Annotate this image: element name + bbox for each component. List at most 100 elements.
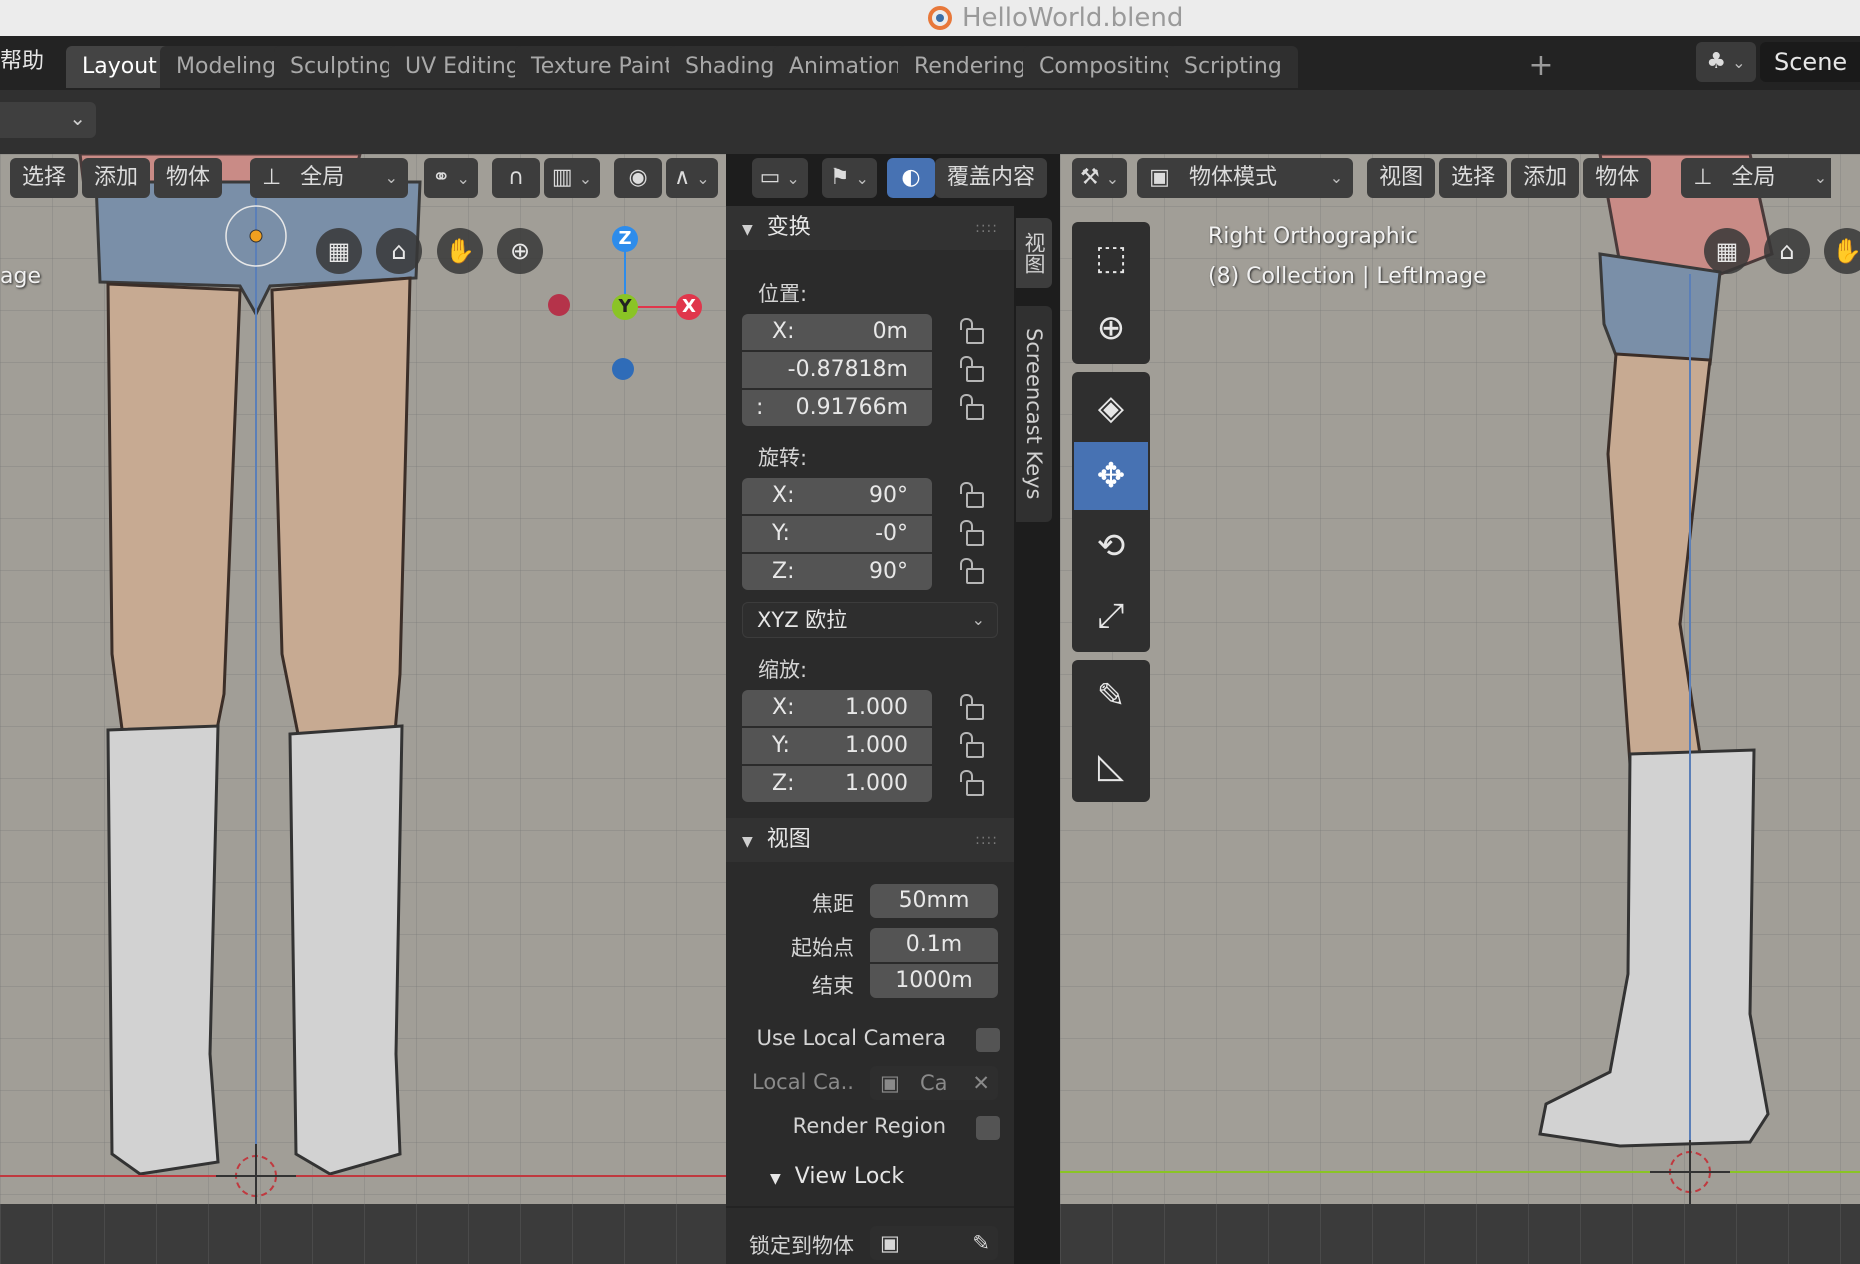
axis-label: Z: xyxy=(772,559,795,584)
character-side-view xyxy=(1060,154,1860,1264)
tab-rendering[interactable]: Rendering xyxy=(898,46,1043,88)
camera-view-icon[interactable]: ⌂ xyxy=(1764,228,1810,274)
location-y-field[interactable]: -0.87818m xyxy=(742,352,932,388)
snap-toggle[interactable]: ∩ xyxy=(491,158,540,198)
menu-view[interactable]: 视图 xyxy=(1367,158,1436,198)
transform-panel-header[interactable]: ▼ 变换 :::: xyxy=(726,206,1014,250)
interaction-mode-dropdown[interactable]: ▣ 物体模式 ⌄ xyxy=(1137,158,1354,198)
rotation-mode-dropdown[interactable]: XYZ 欧拉 ⌄ xyxy=(742,602,998,638)
lock-rotation-x-icon[interactable] xyxy=(958,482,984,508)
annotate-tool[interactable]: ✎ xyxy=(1074,662,1148,730)
menu-add[interactable]: 添加 xyxy=(82,158,151,198)
axis-label: : xyxy=(756,395,764,420)
gizmo-neg-x-axis[interactable] xyxy=(548,294,570,316)
location-x-field[interactable]: X: 0m xyxy=(742,314,932,350)
tab-uv-editing[interactable]: UV Editing xyxy=(389,46,536,88)
toolbar-group-transform: ◈ ✥ ⟲ ⤢ xyxy=(1072,372,1150,652)
transform-orientation-dropdown[interactable]: ⊥ 全局 ⌄ xyxy=(1681,158,1832,198)
transform-orientation-dropdown[interactable]: ⊥ 全局 ⌄ xyxy=(250,158,409,198)
transform-tool[interactable]: ◈ xyxy=(1074,374,1148,442)
scene-selector-button[interactable]: ♣ ⌄ xyxy=(1696,42,1756,82)
menu-add[interactable]: 添加 xyxy=(1511,158,1580,198)
gizmo-neg-z-axis[interactable] xyxy=(612,358,634,380)
focal-length-field[interactable]: 50mm xyxy=(870,884,998,918)
editor-dropdown[interactable]: ⌄ xyxy=(0,102,96,138)
snap-target-dropdown[interactable]: ▥ ⌄ xyxy=(543,158,601,198)
menu-select[interactable]: 选择 xyxy=(1439,158,1508,198)
tab-scripting[interactable]: Scripting xyxy=(1168,46,1298,88)
tab-texture-paint[interactable]: Texture Paint xyxy=(515,46,689,88)
overlays-dropdown[interactable]: 覆盖内容 xyxy=(934,158,1047,198)
proportional-falloff-dropdown[interactable]: ∧ ⌄ xyxy=(666,158,718,198)
interaction-mode-label: 物体模式 xyxy=(1188,165,1277,190)
gizmo-x-axis[interactable]: X xyxy=(676,294,702,320)
left-3d-viewport[interactable]: age ▦ ⌂ ✋ ⊕ Z Y X xyxy=(0,154,726,1264)
lock-scale-z-icon[interactable] xyxy=(958,770,984,796)
chevron-down-icon: ⌄ xyxy=(971,610,985,629)
right-viewport-header: ⚒ ⌄ ▣ 物体模式 ⌄ 视图 选择 添加 物体 ⊥ 全局 ⌄ xyxy=(1072,154,1835,202)
lock-to-object-field[interactable]: ▣ ✎ xyxy=(870,1226,998,1260)
scale-tool[interactable]: ⤢ xyxy=(1074,582,1148,650)
lock-rotation-y-icon[interactable] xyxy=(958,520,984,546)
scene-name-field[interactable]: Scene xyxy=(1760,42,1860,82)
menu-help[interactable]: 帮助 xyxy=(0,42,44,82)
move-tool[interactable]: ✥ xyxy=(1074,442,1148,510)
rotate-tool[interactable]: ⟲ xyxy=(1074,512,1148,580)
lock-scale-x-icon[interactable] xyxy=(958,694,984,720)
location-z-field[interactable]: : 0.91766m xyxy=(742,390,932,426)
gizmo-z-axis[interactable]: Z xyxy=(612,226,638,252)
editor-type-dropdown[interactable]: ⚒ ⌄ xyxy=(1072,158,1128,198)
gizmo-dropdown[interactable]: ⚑ ⌄ xyxy=(821,158,877,198)
measure-tool[interactable]: ◺ xyxy=(1074,732,1148,800)
menu-object[interactable]: 物体 xyxy=(1583,158,1652,198)
toggle-grid-icon[interactable]: ▦ xyxy=(1704,228,1750,274)
rotation-y-field[interactable]: Y: -0° xyxy=(742,516,932,552)
lock-location-x-icon[interactable] xyxy=(958,318,984,344)
local-camera-label: Local Ca.. xyxy=(752,1070,854,1094)
clip-start-field[interactable]: 0.1m xyxy=(870,928,998,962)
scale-z-field[interactable]: Z: 1.000 xyxy=(742,766,932,802)
object-types-visibility-dropdown[interactable]: ▭ ⌄ xyxy=(751,158,808,198)
scale-y-field[interactable]: Y: 1.000 xyxy=(742,728,932,764)
camera-view-icon[interactable]: ⌂ xyxy=(376,228,422,274)
pan-hand-icon[interactable]: ✋ xyxy=(437,228,483,274)
field-value: 90° xyxy=(869,559,908,584)
lock-location-y-icon[interactable] xyxy=(958,356,984,382)
rotation-x-field[interactable]: X: 90° xyxy=(742,478,932,514)
tab-layout[interactable]: Layout xyxy=(66,46,173,88)
scale-x-field[interactable]: X: 1.000 xyxy=(742,690,932,726)
toggle-grid-icon[interactable]: ▦ xyxy=(316,228,362,274)
sidebar-tab-view[interactable]: 视图 xyxy=(1016,218,1052,288)
view-lock-subpanel-header[interactable]: ▼ View Lock xyxy=(770,1164,904,1189)
overlays-toggle[interactable]: ◐ xyxy=(886,158,935,198)
lock-location-z-icon[interactable] xyxy=(958,394,984,420)
zoom-icon[interactable]: ⊕ xyxy=(497,228,543,274)
gizmo-y-axis[interactable]: Y xyxy=(612,294,638,320)
sidebar-tab-screencast-keys[interactable]: Screencast Keys xyxy=(1016,306,1052,522)
lock-scale-y-icon[interactable] xyxy=(958,732,984,758)
cursor-tool[interactable]: ⊕ xyxy=(1074,294,1148,362)
drag-grip-icon[interactable]: :::: xyxy=(975,206,998,250)
collapse-triangle-icon: ▼ xyxy=(742,222,753,238)
menu-select[interactable]: 选择 xyxy=(10,158,79,198)
drag-grip-icon[interactable]: :::: xyxy=(975,818,998,862)
lock-rotation-z-icon[interactable] xyxy=(958,558,984,584)
window-title: HelloWorld.blend xyxy=(928,0,1183,36)
render-region-checkbox[interactable] xyxy=(976,1116,1000,1140)
add-workspace-button[interactable]: + xyxy=(1522,48,1560,86)
proportional-edit-toggle[interactable]: ◉ xyxy=(614,158,663,198)
eyedropper-icon[interactable]: ✎ xyxy=(972,1226,990,1260)
right-3d-viewport[interactable]: Right Orthographic (8) Collection | Left… xyxy=(1060,154,1860,1264)
pivot-point-dropdown[interactable]: ⚭ ⌄ xyxy=(424,158,478,198)
select-box-tool[interactable]: ⬚ xyxy=(1074,224,1148,292)
use-local-camera-checkbox[interactable] xyxy=(976,1028,1000,1052)
orientation-axes-icon: ⊥ xyxy=(262,165,282,190)
tab-modeling[interactable]: Modeling xyxy=(160,46,293,88)
view-panel-header[interactable]: ▼ 视图 :::: xyxy=(726,818,1014,862)
chevron-down-icon: ⌄ xyxy=(696,169,710,188)
chevron-down-icon: ⌄ xyxy=(1105,169,1120,188)
clip-end-field[interactable]: 1000m xyxy=(870,964,998,998)
menu-object[interactable]: 物体 xyxy=(154,158,223,198)
tab-animation[interactable]: Animation xyxy=(773,46,918,88)
rotation-z-field[interactable]: Z: 90° xyxy=(742,554,932,590)
